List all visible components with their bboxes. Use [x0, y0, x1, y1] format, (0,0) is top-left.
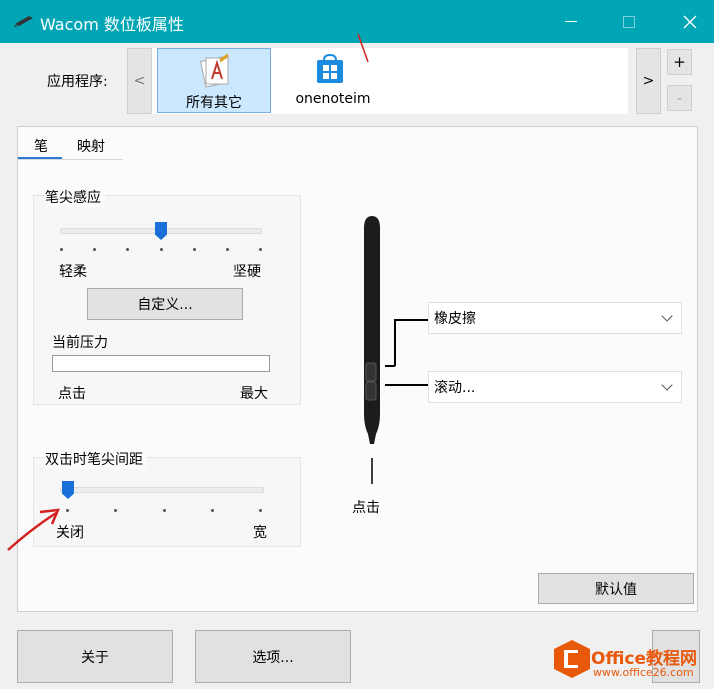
- minimize-button[interactable]: [548, 0, 594, 43]
- upper-button-dropdown[interactable]: 橡皮擦: [428, 302, 682, 334]
- red-annotation-marks: [7, 33, 369, 551]
- maximize-button[interactable]: [606, 0, 652, 43]
- connector-line: [385, 384, 429, 386]
- chevron-down-icon: [661, 379, 673, 391]
- close-icon: [683, 15, 697, 28]
- app-next-button[interactable]: >: [636, 48, 661, 114]
- chevron-down-icon: [661, 310, 673, 322]
- connector-line: [394, 320, 396, 366]
- minimize-icon: [565, 20, 577, 22]
- connector-line: [394, 319, 429, 321]
- office-logo: [553, 639, 591, 679]
- add-app-button[interactable]: +: [667, 49, 692, 75]
- about-button[interactable]: 关于: [17, 630, 173, 683]
- lower-button-value: 滚动...: [434, 380, 476, 396]
- options-button[interactable]: 选项...: [195, 630, 351, 683]
- close-button[interactable]: [667, 0, 713, 43]
- office-logo-icon: [554, 640, 590, 678]
- lower-button-dropdown[interactable]: 滚动...: [428, 371, 682, 403]
- upper-button-value: 橡皮擦: [434, 311, 476, 327]
- remove-app-button[interactable]: -: [667, 85, 692, 111]
- watermark-url: www.office26.com: [593, 666, 694, 679]
- maximize-icon: [623, 15, 635, 28]
- default-button[interactable]: 默认值: [538, 573, 694, 604]
